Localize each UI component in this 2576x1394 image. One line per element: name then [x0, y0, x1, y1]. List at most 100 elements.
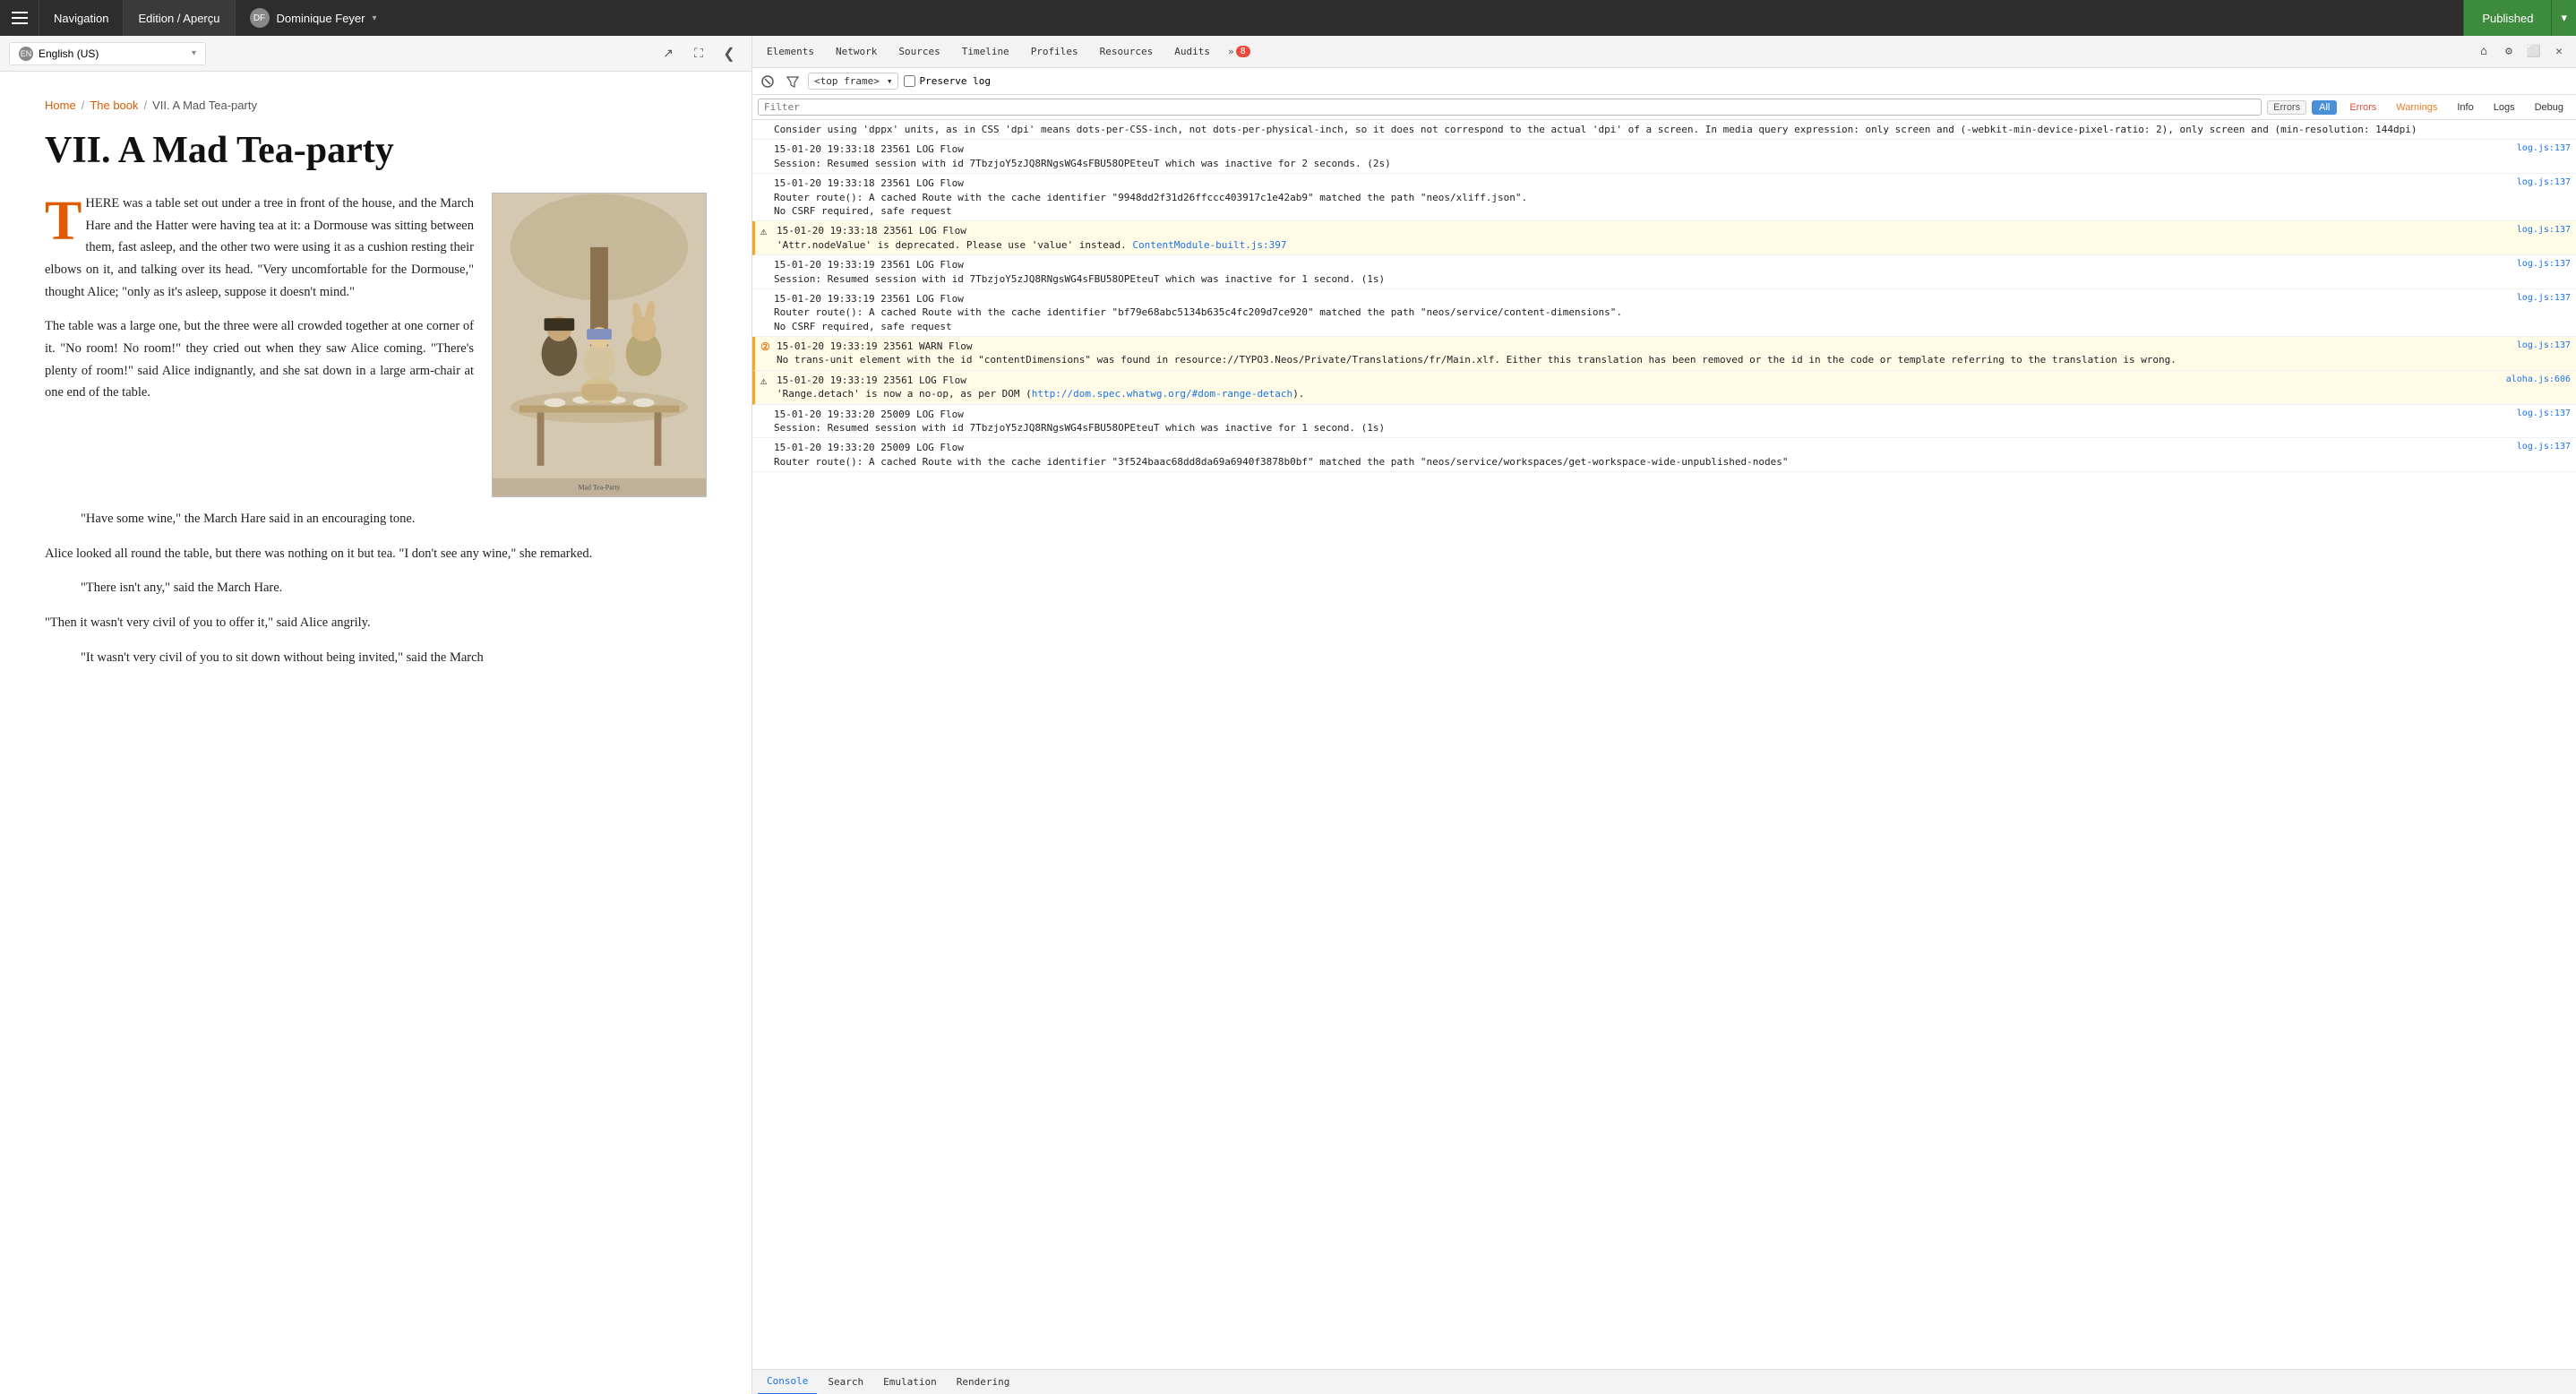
- log-entry-warn: ⚠ 15-01-20 19:33:18 23561 LOG Flow'Attr.…: [752, 221, 2576, 255]
- toolbar: EN English (US) ▾ ↗ ⛶ ❮: [0, 36, 751, 72]
- panel-toggle-button[interactable]: ❮: [716, 40, 743, 67]
- log-entry: 15-01-20 19:33:19 23561 LOG FlowSession:…: [752, 255, 2576, 289]
- content-panel: EN English (US) ▾ ↗ ⛶ ❮ Home: [0, 36, 752, 1394]
- devtools-panel: Elements Network Sources Timeline Profil…: [752, 36, 2576, 1394]
- log-entry-warn: ⚠ 15-01-20 19:33:19 23561 LOG Flow'Range…: [752, 371, 2576, 405]
- log-file-link[interactable]: log.js:137: [2517, 258, 2571, 271]
- level-errors-button[interactable]: Errors: [2342, 100, 2383, 115]
- devtools-filter-row: Errors All Errors Warnings Info Logs Deb…: [752, 95, 2576, 120]
- breadcrumb-sep-1: /: [82, 99, 85, 112]
- log-entry: 15-01-20 19:33:18 23561 LOG FlowRouter r…: [752, 174, 2576, 221]
- devtools-tabbar: Elements Network Sources Timeline Profil…: [752, 36, 2576, 68]
- filter-icon-button[interactable]: [783, 72, 803, 91]
- drop-cap: T: [45, 198, 82, 245]
- devtools-tab-elements[interactable]: Elements: [758, 36, 823, 68]
- caret-icon: ▾: [2561, 11, 2567, 25]
- preserve-log-input[interactable]: [904, 75, 915, 87]
- devtools-tab-sources[interactable]: Sources: [889, 36, 949, 68]
- published-dropdown-button[interactable]: ▾: [2551, 0, 2576, 36]
- level-all-button[interactable]: All: [2312, 100, 2337, 115]
- log-text: 15-01-20 19:33:19 23561 WARN FlowNo tran…: [777, 340, 2513, 367]
- devtools-tab-resources[interactable]: Resources: [1091, 36, 1163, 68]
- svg-text:Mad Tea-Party: Mad Tea-Party: [578, 484, 620, 492]
- devtools-tab-profiles[interactable]: Profiles: [1022, 36, 1087, 68]
- external-link-button[interactable]: ↗: [655, 40, 682, 67]
- log-warn-icon: ⚠: [760, 224, 773, 239]
- breadcrumb-sep-2: /: [144, 99, 148, 112]
- level-warnings-button[interactable]: Warnings: [2389, 100, 2444, 115]
- devtools-dock-button[interactable]: ⌂: [2472, 40, 2495, 64]
- bottom-tab-emulation[interactable]: Emulation: [874, 1370, 946, 1394]
- log-entry: 15-01-20 19:33:19 23561 LOG FlowRouter r…: [752, 289, 2576, 337]
- article-text-col: THERE was a table set out under a tree i…: [45, 193, 474, 497]
- log-link[interactable]: ContentModule-built.js:397: [1132, 239, 1286, 251]
- log-warn2-icon: ②: [760, 340, 773, 355]
- page-content: Home / The book / VII. A Mad Tea-party V…: [0, 72, 751, 1394]
- log-file-link[interactable]: log.js:137: [2517, 224, 2571, 237]
- navigation-button[interactable]: Navigation: [39, 0, 124, 36]
- log-entry: 15-01-20 19:33:20 25009 LOG FlowRouter r…: [752, 438, 2576, 472]
- regex-button[interactable]: Errors: [2267, 100, 2306, 115]
- log-text: 15-01-20 19:33:19 23561 LOG Flow'Range.d…: [777, 374, 2503, 401]
- breadcrumb-book[interactable]: The book: [90, 99, 138, 112]
- devtools-tab-network[interactable]: Network: [827, 36, 886, 68]
- log-file-link[interactable]: log.js:137: [2517, 340, 2571, 352]
- devtools-close-button[interactable]: ✕: [2547, 40, 2571, 64]
- article-intro-section: THERE was a table set out under a tree i…: [45, 193, 707, 497]
- chevron-down-icon: ▾: [373, 13, 377, 23]
- panel-toggle-icon: ❮: [723, 45, 734, 63]
- article-body: THERE was a table set out under a tree i…: [45, 193, 707, 668]
- article-para-5: "There isn't any," said the March Hare.: [45, 577, 707, 599]
- edition-button[interactable]: Edition / Aperçu: [124, 0, 235, 36]
- devtools-action-buttons: ⌂ ⚙ ⬜ ✕: [2472, 40, 2571, 64]
- devtools-more-tabs-button[interactable]: » 8: [1223, 36, 1256, 68]
- log-file-link[interactable]: log.js:137: [2517, 408, 2571, 420]
- level-debug-button[interactable]: Debug: [2528, 100, 2571, 115]
- log-text: 15-01-20 19:33:18 23561 LOG Flow'Attr.no…: [777, 224, 2513, 252]
- external-link-icon: ↗: [663, 46, 674, 61]
- hamburger-menu-button[interactable]: [0, 0, 39, 36]
- article-para-6: "Then it wasn't very civil of you to off…: [45, 612, 707, 634]
- log-file-link[interactable]: log.js:137: [2517, 292, 2571, 305]
- devtools-tab-timeline[interactable]: Timeline: [953, 36, 1018, 68]
- language-selector[interactable]: EN English (US) ▾: [9, 42, 206, 65]
- devtools-bottombar: Console Search Emulation Rendering: [752, 1369, 2576, 1394]
- log-file-link[interactable]: log.js:137: [2517, 176, 2571, 189]
- log-file-link[interactable]: aloha.js:606: [2506, 374, 2571, 386]
- preserve-log-checkbox[interactable]: Preserve log: [904, 75, 990, 87]
- bottom-tab-console[interactable]: Console: [758, 1370, 817, 1394]
- frame-selector[interactable]: <top frame> ▾: [808, 73, 898, 90]
- log-file-link[interactable]: log.js:137: [2517, 441, 2571, 453]
- toolbar-icons: ↗ ⛶ ❮: [655, 40, 743, 67]
- log-entry: Consider using 'dppx' units, as in CSS '…: [752, 120, 2576, 140]
- devtools-resize-button[interactable]: ⬜: [2522, 40, 2546, 64]
- illustration-svg: Mad Tea-Party: [493, 194, 706, 496]
- published-button[interactable]: Published: [2463, 0, 2551, 36]
- top-bar: Navigation Edition / Aperçu DF Dominique…: [0, 0, 2576, 36]
- log-text: 15-01-20 19:33:18 23561 LOG FlowRouter r…: [774, 176, 2513, 218]
- bottom-tab-search[interactable]: Search: [819, 1370, 872, 1394]
- fullscreen-button[interactable]: ⛶: [685, 40, 712, 67]
- main-area: EN English (US) ▾ ↗ ⛶ ❮ Home: [0, 36, 2576, 1394]
- level-logs-button[interactable]: Logs: [2486, 100, 2522, 115]
- breadcrumb-home[interactable]: Home: [45, 99, 76, 112]
- level-info-button[interactable]: Info: [2450, 100, 2480, 115]
- language-icon: EN: [19, 47, 33, 61]
- clear-console-button[interactable]: [758, 72, 777, 91]
- frame-dropdown-icon: ▾: [887, 75, 893, 87]
- devtools-tab-audits[interactable]: Audits: [1165, 36, 1219, 68]
- log-entry-warn: ② 15-01-20 19:33:19 23561 WARN FlowNo tr…: [752, 337, 2576, 371]
- log-link[interactable]: http://dom.spec.whatwg.org/#dom-range-de…: [1032, 388, 1292, 400]
- console-output: Consider using 'dppx' units, as in CSS '…: [752, 120, 2576, 1369]
- log-file-link[interactable]: log.js:137: [2517, 142, 2571, 155]
- breadcrumb-current: VII. A Mad Tea-party: [152, 99, 257, 112]
- article-para-3: "Have some wine," the March Hare said in…: [45, 508, 707, 530]
- devtools-settings-button[interactable]: ⚙: [2497, 40, 2520, 64]
- article-para-1: THERE was a table set out under a tree i…: [45, 193, 474, 303]
- user-menu[interactable]: DF Dominique Feyer ▾: [236, 0, 2464, 36]
- bottom-tab-rendering[interactable]: Rendering: [948, 1370, 1019, 1394]
- log-text: 15-01-20 19:33:18 23561 LOG FlowSession:…: [774, 142, 2513, 170]
- error-badge: 8: [1236, 46, 1250, 57]
- console-filter-input[interactable]: [758, 99, 2262, 116]
- log-entry: 15-01-20 19:33:20 25009 LOG FlowSession:…: [752, 405, 2576, 439]
